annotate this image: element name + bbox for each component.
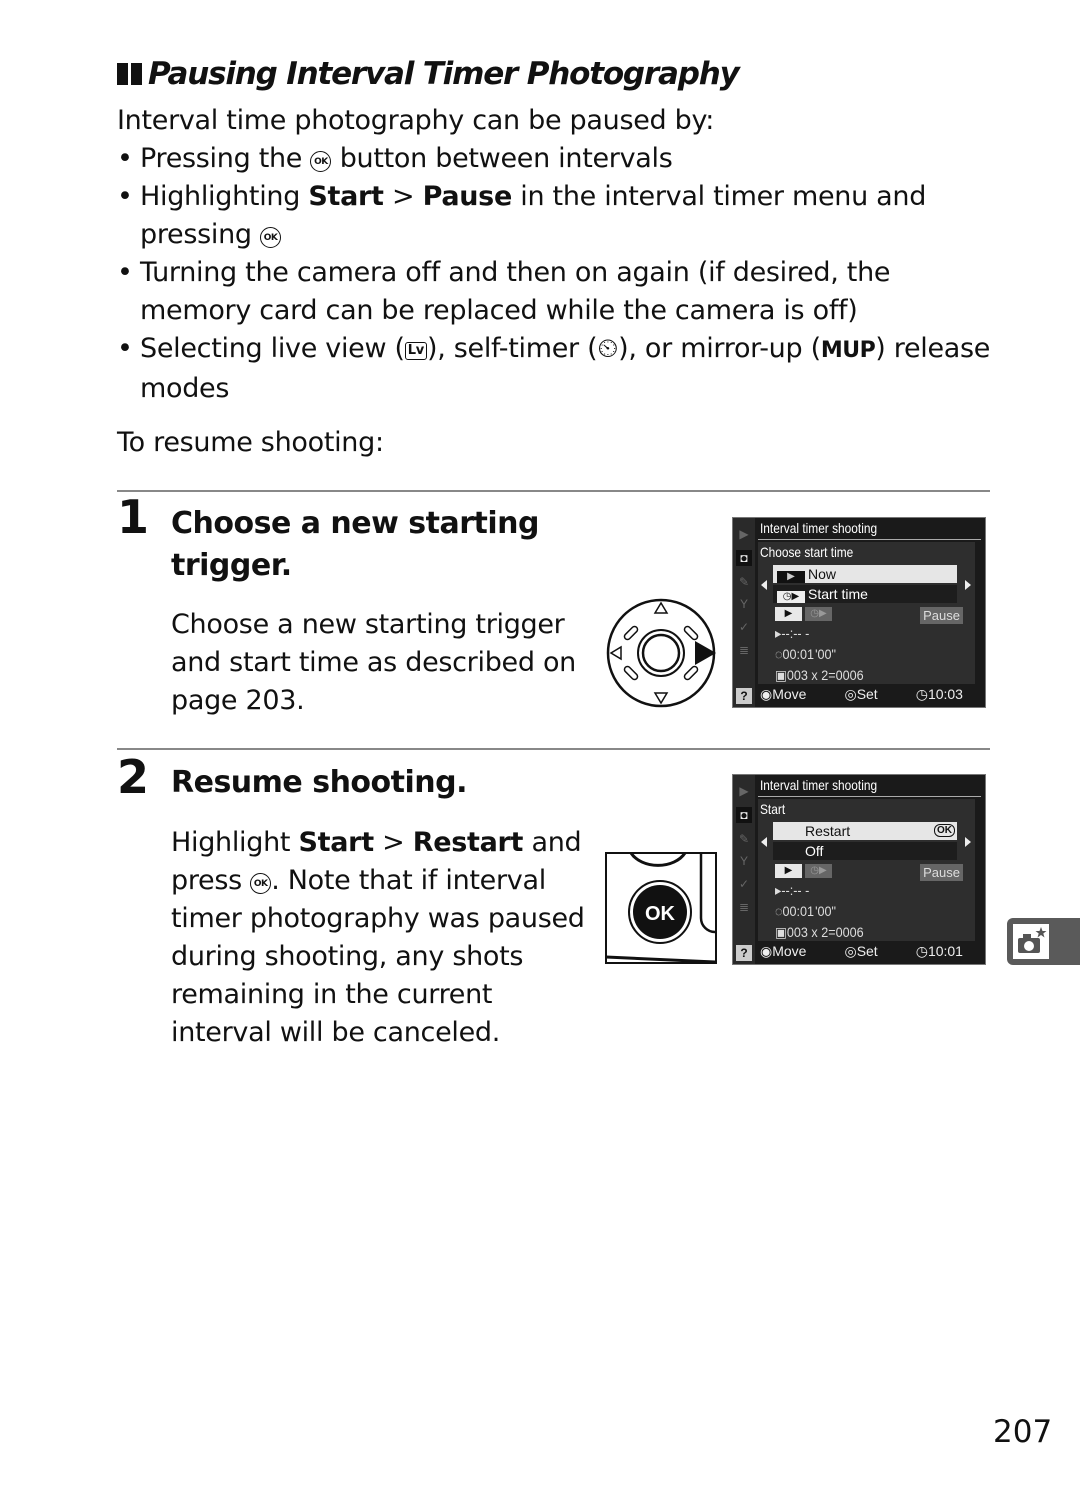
multi-selector-illustration (606, 598, 716, 708)
move-icon: ◉ (760, 686, 773, 702)
help-icon: ? (736, 688, 752, 704)
shots-readout: ▣003 x 2=0006 (775, 667, 864, 683)
timer-start-icon: ◷▶ (805, 864, 832, 878)
ok-button-icon: OK (250, 873, 272, 894)
ok-button-icon: OK (260, 227, 282, 248)
list-item: Selecting live view (Lv), self-timer (⏲)… (117, 330, 997, 408)
menu-option-selected[interactable]: Restart OK (773, 822, 957, 840)
help-icon: ? (736, 945, 752, 961)
menu-footer: ◉Move ◎Set ◷10:01 (760, 943, 963, 959)
section-marker-icon (117, 63, 142, 85)
section-title-text: Pausing Interval Timer Photography (148, 56, 740, 92)
clock-icon: ◷ (915, 686, 928, 702)
camera-menu-screen: ▶ ◘ ✎ Y ✓ ≣ ? Interval timer shooting St… (732, 774, 986, 965)
my-menu-icon: ≣ (738, 643, 750, 657)
my-menu-icon: ≣ (738, 900, 750, 914)
timer-start-icon: ◷▶ (805, 607, 832, 621)
camera-menu-screen: ▶ ◘ ✎ Y ✓ ≣ ? Interval timer shooting Ch… (732, 517, 986, 708)
retouch-menu-icon: ✓ (738, 620, 750, 634)
menu-option-selected[interactable]: ▶ Now (773, 565, 957, 583)
set-icon: ◎ (844, 686, 857, 702)
start-time-readout: ▸--:-- - (775, 625, 810, 641)
shots-icon: ▣ (775, 667, 787, 683)
shooting-menu-icon: ◘ (736, 807, 752, 823)
ok-button-icon: OK (310, 151, 332, 172)
page-number: 207 (993, 1414, 1053, 1450)
move-icon: ◉ (760, 943, 773, 959)
section-title: Pausing Interval Timer Photography (117, 56, 740, 92)
menu-title: Interval timer shooting (760, 520, 878, 536)
start-time-readout: ▸--:-- - (775, 882, 810, 898)
ok-badge: OK (934, 824, 955, 837)
live-view-icon: Lv (404, 342, 427, 360)
chapter-tab[interactable] (1007, 918, 1080, 965)
interval-readout: ◌00:01 '00" (775, 903, 836, 919)
play-icon: ▶ (775, 864, 802, 878)
play-icon: ▶ (775, 607, 802, 621)
setup-menu-icon: Y (739, 854, 748, 868)
left-arrow-icon (761, 837, 767, 847)
retouch-menu-icon: ✓ (738, 877, 750, 891)
custom-settings-icon: ✎ (738, 575, 750, 589)
mode-icons: ▶ ◷▶ (775, 607, 832, 621)
play-icon: ▶ (777, 571, 805, 583)
left-arrow-icon (761, 580, 767, 590)
interval-readout: ◌00:01 '00" (775, 646, 836, 662)
mirror-up-icon: MUP (820, 338, 876, 363)
playback-menu-icon: ▶ (739, 527, 749, 541)
self-timer-icon: ⏲ (597, 333, 619, 364)
playback-menu-icon: ▶ (739, 784, 749, 798)
intro-text: Interval time photography can be paused … (117, 105, 714, 136)
divider (117, 490, 990, 492)
menu-subtitle: Start (760, 801, 786, 817)
custom-settings-icon: ✎ (738, 832, 750, 846)
pause-methods-list: Pressing the OK button between intervals… (117, 140, 997, 408)
resume-intro-text: To resume shooting: (117, 427, 384, 458)
step-heading: Choose a new starting trigger. (171, 506, 540, 583)
setup-menu-icon: Y (739, 597, 748, 611)
shooting-chapter-icon (1018, 927, 1047, 953)
ok-button-illustration: OK (605, 852, 717, 964)
menu-subtitle: Choose start time (760, 544, 854, 560)
step-number: 2 (117, 750, 150, 804)
clock-icon: ◷ (915, 943, 928, 959)
step-description: Choose a new starting trigger and start … (171, 609, 576, 716)
list-item: Highlighting Start > Pause in the interv… (117, 178, 997, 254)
ok-button-label: OK (645, 903, 676, 925)
list-item: Turning the camera off and then on again… (117, 254, 997, 330)
step-description: Highlight Start > Restart and press OK. … (171, 827, 585, 1048)
pause-label: Pause (920, 864, 963, 881)
menu-option[interactable]: ◷▶ Start time (773, 585, 957, 603)
step-heading: Resume shooting. (171, 765, 468, 800)
menu-sidebar: ▶ ◘ ✎ Y ✓ ≣ ? (733, 518, 755, 707)
right-arrow-icon (965, 837, 971, 847)
timer-start-icon: ◷▶ (777, 591, 805, 603)
menu-option[interactable]: Off (773, 842, 957, 860)
step-number: 1 (117, 490, 150, 544)
divider (117, 748, 990, 750)
mode-icons: ▶ ◷▶ (775, 864, 832, 878)
right-arrow-icon (965, 580, 971, 590)
menu-title: Interval timer shooting (760, 777, 878, 793)
shots-readout: ▣003 x 2=0006 (775, 924, 864, 940)
list-item: Pressing the OK button between intervals (117, 140, 997, 178)
shooting-menu-icon: ◘ (736, 550, 752, 566)
set-icon: ◎ (844, 943, 857, 959)
menu-sidebar: ▶ ◘ ✎ Y ✓ ≣ ? (733, 775, 755, 964)
pause-label: Pause (920, 607, 963, 624)
shots-icon: ▣ (775, 924, 787, 940)
menu-footer: ◉Move ◎Set ◷10:03 (760, 686, 963, 702)
